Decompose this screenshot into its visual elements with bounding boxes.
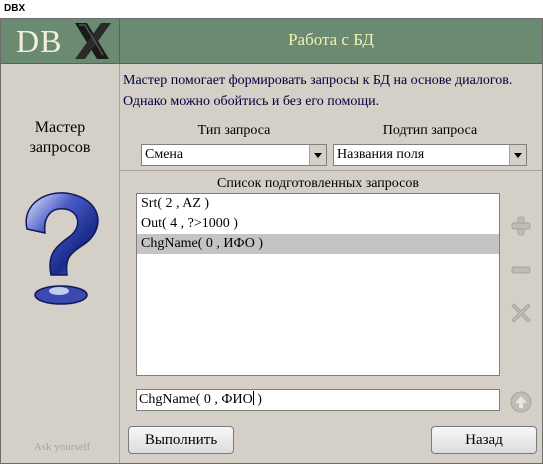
query-type-select[interactable]: Смена [141, 144, 327, 166]
logo-panel: DB [1, 19, 120, 64]
footer-text: Ask yourself [33, 441, 91, 453]
back-button[interactable]: Назад [431, 426, 537, 454]
query-edit-value-after: ) [253, 392, 262, 407]
window-titlebar: DBX [0, 0, 543, 18]
list-item[interactable]: Out( 4 , ?>1000 ) [137, 214, 499, 234]
chevron-down-icon[interactable] [509, 145, 526, 165]
query-type-value: Смена [145, 147, 184, 162]
execute-button[interactable]: Выполнить [128, 426, 234, 454]
wizard-title: Мастер запросов [1, 118, 119, 158]
logo-x-icon [75, 23, 111, 59]
list-label: Список подготовленных запросов [217, 176, 419, 191]
chevron-down-icon[interactable] [309, 145, 326, 165]
query-edit-field[interactable]: ChgName( 0 , ФИО ) [136, 389, 500, 411]
query-edit-value-before: ChgName( 0 , ФИО [139, 392, 253, 407]
page-title: Работа с БД [288, 30, 374, 49]
wizard-description: Мастер помогает формировать запросы к БД… [123, 73, 513, 109]
arrow-up-icon[interactable] [510, 391, 532, 413]
header-bar: Работа с БД [120, 19, 542, 64]
wizard-title-line1: Мастер [34, 119, 86, 136]
wizard-side-panel: Мастер запросов Ask yourself [1, 64, 120, 463]
plus-icon[interactable] [510, 215, 532, 237]
query-type-label: Тип запроса [197, 123, 271, 138]
query-subtype-value: Названия поля [337, 147, 425, 162]
list-item[interactable]: Srt( 2 , AZ ) [137, 194, 499, 214]
window-title: DBX [4, 3, 26, 14]
main-window: DB Работа с БД Мастер запросов Ask yours… [0, 18, 543, 464]
close-icon[interactable] [510, 302, 532, 324]
query-list[interactable]: Srt( 2 , AZ ) Out( 4 , ?>1000 ) ChgName(… [136, 193, 500, 376]
minus-icon[interactable] [510, 259, 532, 281]
question-mark-icon [25, 192, 99, 305]
query-subtype-label: Подтип запроса [382, 123, 478, 138]
wizard-title-line2: запросов [29, 139, 91, 156]
query-subtype-select[interactable]: Названия поля [333, 144, 527, 166]
divider [120, 170, 542, 171]
logo-text: DB [16, 23, 63, 59]
list-item-selected[interactable]: ChgName( 0 , ИФО ) [137, 234, 499, 254]
